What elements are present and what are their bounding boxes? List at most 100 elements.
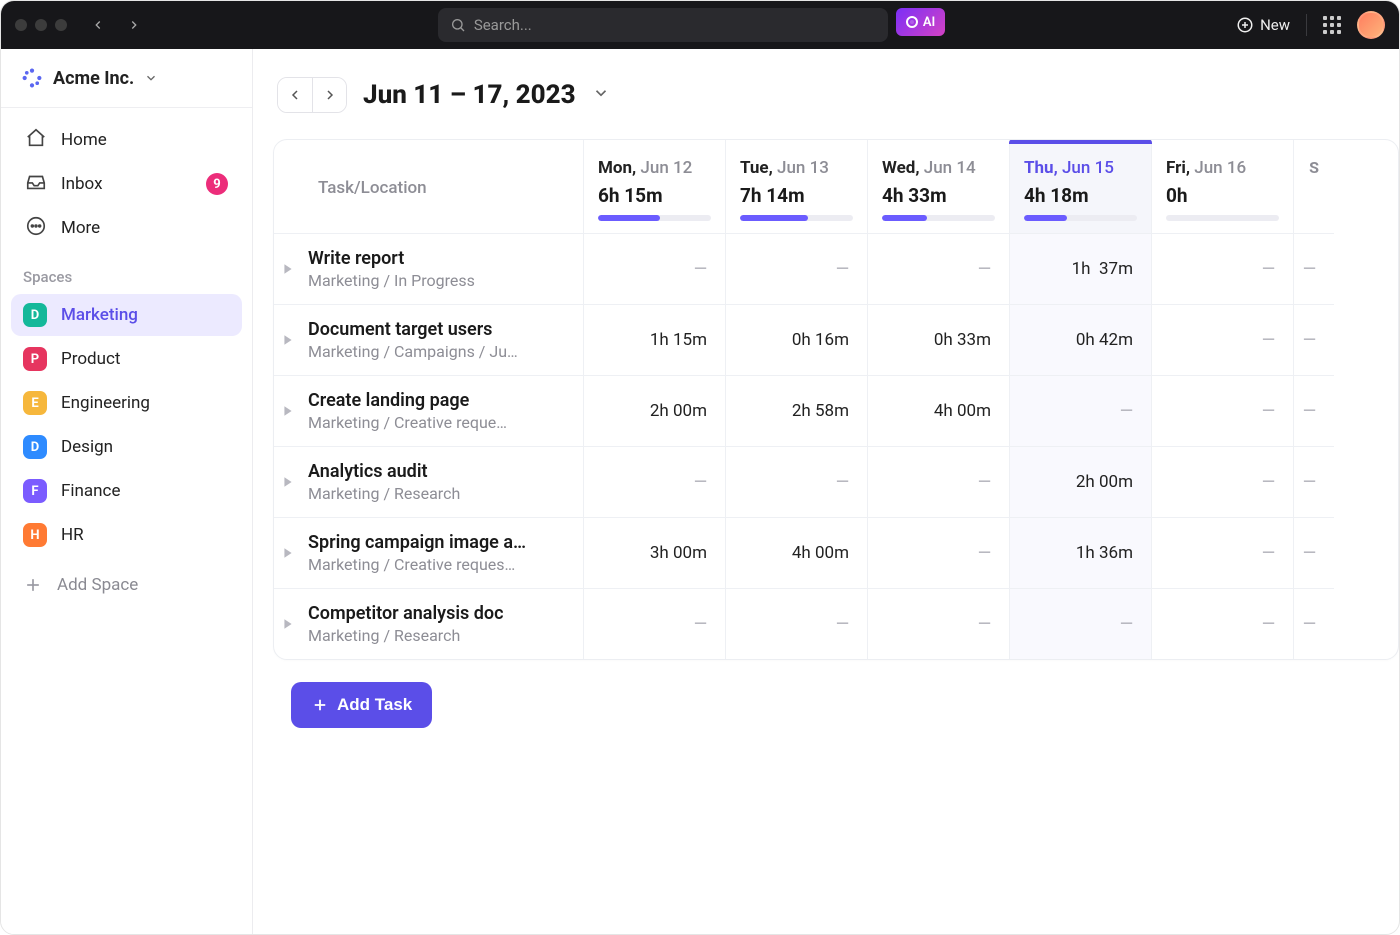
date-range-picker[interactable] xyxy=(592,84,610,106)
add-space-button[interactable]: Add Space xyxy=(11,564,242,606)
time-cell[interactable]: — xyxy=(1294,305,1334,376)
space-label: HR xyxy=(61,525,84,545)
timesheet-grid: Task/LocationMon, Jun 12 6h 15m Tue, Jun… xyxy=(273,139,1399,660)
inbox-icon xyxy=(25,171,47,198)
time-cell[interactable]: 3h 00m xyxy=(584,518,726,589)
time-cell[interactable]: — xyxy=(1294,589,1334,659)
time-cell[interactable]: — xyxy=(1294,376,1334,447)
time-cell[interactable]: — xyxy=(868,234,1010,305)
day-header[interactable]: Fri, Jun 16 0h xyxy=(1152,140,1294,234)
time-cell[interactable]: — xyxy=(1152,234,1294,305)
time-cell[interactable]: — xyxy=(1152,447,1294,518)
time-cell[interactable]: 4h 00m xyxy=(726,518,868,589)
workspace-name: Acme Inc. xyxy=(53,68,134,89)
space-chip: P xyxy=(23,347,47,371)
time-cell[interactable]: — xyxy=(1294,518,1334,589)
chevron-down-icon xyxy=(144,71,158,85)
expand-caret-icon[interactable] xyxy=(282,402,300,420)
space-item-product[interactable]: P Product xyxy=(11,338,242,380)
window-controls[interactable] xyxy=(15,19,67,31)
time-cell[interactable]: — xyxy=(1152,589,1294,659)
day-header[interactable]: Thu, Jun 15 4h 18m xyxy=(1010,140,1152,234)
time-cell[interactable]: — xyxy=(584,447,726,518)
new-button[interactable]: New xyxy=(1236,16,1290,34)
time-cell[interactable]: — xyxy=(1294,447,1334,518)
expand-caret-icon[interactable] xyxy=(282,260,300,278)
prev-week-button[interactable] xyxy=(278,78,312,112)
time-cell[interactable]: 0h 16m xyxy=(726,305,868,376)
day-header[interactable]: Mon, Jun 12 6h 15m xyxy=(584,140,726,234)
ai-button[interactable]: AI xyxy=(896,8,945,36)
time-cell[interactable]: 2h 58m xyxy=(726,376,868,447)
expand-caret-icon[interactable] xyxy=(282,331,300,349)
time-cell[interactable]: — xyxy=(1294,234,1334,305)
task-path: Marketing / Creative reque… xyxy=(308,413,507,432)
plus-icon xyxy=(311,696,329,714)
task-cell[interactable]: Create landing page Marketing / Creative… xyxy=(274,376,584,447)
nav-item-label: Home xyxy=(61,130,107,150)
task-cell[interactable]: Document target users Marketing / Campai… xyxy=(274,305,584,376)
time-cell[interactable]: — xyxy=(1010,589,1152,659)
global-search[interactable]: Search... xyxy=(438,8,888,42)
space-item-engineering[interactable]: E Engineering xyxy=(11,382,242,424)
day-header[interactable]: Tue, Jun 13 7h 14m xyxy=(726,140,868,234)
home-icon xyxy=(25,127,47,154)
space-item-hr[interactable]: H HR xyxy=(11,514,242,556)
plus-icon xyxy=(23,575,43,595)
space-chip: E xyxy=(23,391,47,415)
space-chip: D xyxy=(23,435,47,459)
plus-circle-icon xyxy=(1236,16,1254,34)
nav-item-more[interactable]: More xyxy=(11,206,242,250)
space-chip: H xyxy=(23,523,47,547)
task-cell[interactable]: Spring campaign image a… Marketing / Cre… xyxy=(274,518,584,589)
space-label: Marketing xyxy=(61,305,138,325)
task-path: Marketing / Research xyxy=(308,484,460,503)
task-cell[interactable]: Competitor analysis doc Marketing / Rese… xyxy=(274,589,584,659)
time-cell[interactable]: 1h 37m xyxy=(1010,234,1152,305)
expand-caret-icon[interactable] xyxy=(282,473,300,491)
time-cell[interactable]: — xyxy=(1152,518,1294,589)
next-week-button[interactable] xyxy=(312,78,346,112)
day-header[interactable]: Wed, Jun 14 4h 33m xyxy=(868,140,1010,234)
time-cell[interactable]: — xyxy=(726,589,868,659)
spaces-heading: Spaces xyxy=(1,254,252,292)
nav-item-inbox[interactable]: Inbox 9 xyxy=(11,162,242,206)
time-cell[interactable]: 4h 00m xyxy=(868,376,1010,447)
task-path: Marketing / Campaigns / Ju… xyxy=(308,342,518,361)
time-cell[interactable]: 1h 36m xyxy=(1010,518,1152,589)
user-avatar[interactable] xyxy=(1357,11,1385,39)
time-cell[interactable]: 1h 15m xyxy=(584,305,726,376)
time-cell[interactable]: — xyxy=(726,447,868,518)
expand-caret-icon[interactable] xyxy=(282,615,300,633)
history-forward-button[interactable] xyxy=(121,12,147,38)
time-cell[interactable]: 2h 00m xyxy=(584,376,726,447)
main-content: Jun 11 – 17, 2023 Task/LocationMon, Jun … xyxy=(253,49,1399,934)
time-cell[interactable]: — xyxy=(1152,376,1294,447)
space-item-design[interactable]: D Design xyxy=(11,426,242,468)
task-cell[interactable]: Write report Marketing / In Progress xyxy=(274,234,584,305)
space-item-finance[interactable]: F Finance xyxy=(11,470,242,512)
time-cell[interactable]: — xyxy=(868,447,1010,518)
task-cell[interactable]: Analytics audit Marketing / Research xyxy=(274,447,584,518)
time-cell[interactable]: — xyxy=(868,518,1010,589)
space-item-marketing[interactable]: D Marketing xyxy=(11,294,242,336)
time-cell[interactable]: 0h 33m xyxy=(868,305,1010,376)
time-cell[interactable]: — xyxy=(726,234,868,305)
expand-caret-icon[interactable] xyxy=(282,544,300,562)
nav-item-home[interactable]: Home xyxy=(11,118,242,162)
apps-icon[interactable] xyxy=(1323,16,1341,34)
time-cell[interactable]: — xyxy=(868,589,1010,659)
time-cell[interactable]: 2h 00m xyxy=(1010,447,1152,518)
history-back-button[interactable] xyxy=(85,12,111,38)
time-cell[interactable]: — xyxy=(584,234,726,305)
task-path: Marketing / In Progress xyxy=(308,271,475,290)
date-range-nav xyxy=(277,77,347,113)
time-cell[interactable]: 0h 42m xyxy=(1010,305,1152,376)
time-cell[interactable]: — xyxy=(1010,376,1152,447)
inbox-badge: 9 xyxy=(206,173,228,195)
titlebar: Search... AI New xyxy=(1,1,1399,49)
time-cell[interactable]: — xyxy=(584,589,726,659)
time-cell[interactable]: — xyxy=(1152,305,1294,376)
add-task-button[interactable]: Add Task xyxy=(291,682,432,728)
workspace-switcher[interactable]: Acme Inc. xyxy=(1,49,252,108)
